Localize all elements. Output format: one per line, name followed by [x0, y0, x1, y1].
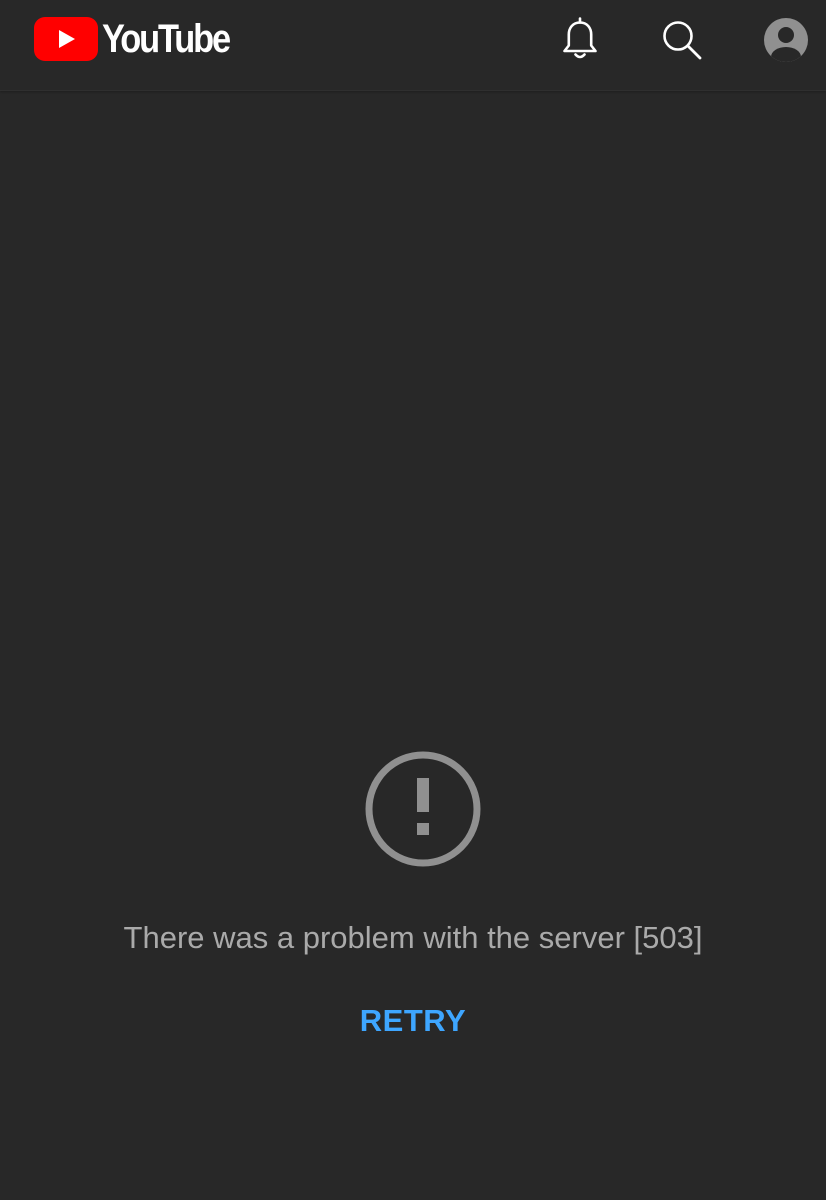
account-avatar-icon [764, 18, 808, 62]
bell-icon [563, 17, 597, 59]
search-button[interactable] [658, 16, 706, 64]
youtube-app: YouTube There was a problem with the ser… [0, 0, 826, 1200]
error-status [364, 750, 482, 868]
top-app-bar: YouTube [0, 0, 826, 91]
retry-button[interactable]: RETRY [313, 994, 513, 1048]
youtube-play-logo-icon [34, 17, 98, 61]
account-button[interactable] [762, 16, 810, 64]
logo-wordmark: YouTube [102, 17, 231, 61]
search-icon [663, 21, 702, 60]
error-message: There was a problem with the server [503… [123, 920, 703, 955]
notifications-button[interactable] [556, 16, 604, 64]
exclamation-circle-icon [365, 751, 481, 867]
youtube-logo[interactable]: YouTube [34, 16, 250, 62]
